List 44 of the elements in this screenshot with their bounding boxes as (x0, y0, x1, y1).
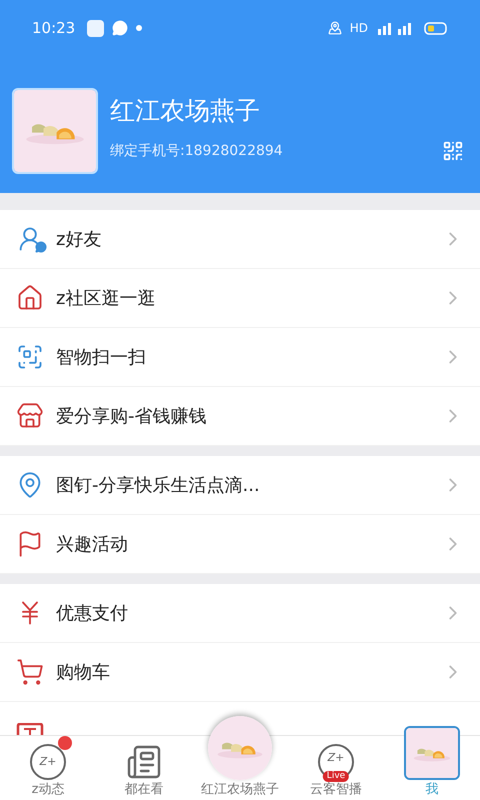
app-icon (87, 20, 104, 36)
menu-label: 优惠支付 (56, 602, 129, 626)
menu-row[interactable]: 图钉-分享快乐生活点滴... (0, 456, 480, 515)
icon-text: Z+ (40, 754, 56, 770)
menu-row[interactable]: 优惠支付 (0, 584, 480, 643)
tab[interactable]: Z+ Live 云客智播 (288, 736, 384, 800)
menu-row[interactable]: 智物扫一扫 (0, 328, 480, 387)
qr-code-icon[interactable] (442, 140, 464, 162)
menu-row[interactable]: z社区逛一逛 (0, 269, 480, 328)
tab[interactable]: Z+ z动态 (0, 736, 96, 800)
menu-label: z好友 (56, 228, 102, 252)
location-icon (328, 21, 342, 35)
menu-label: 兴趣活动 (56, 532, 129, 556)
network-label: HD (350, 20, 368, 37)
chat-icon (112, 20, 128, 36)
menu-label: 图钉-分享快乐生活点滴... (56, 474, 261, 498)
scan-icon (16, 343, 44, 371)
battery-icon (424, 22, 448, 34)
menu-row[interactable]: 购物车 (0, 643, 480, 702)
wallet-icon (16, 723, 44, 735)
menu-row[interactable] (0, 702, 480, 735)
newspaper-icon (126, 744, 162, 780)
cart-icon (16, 658, 44, 686)
menu-label: z社区逛一逛 (56, 286, 156, 310)
tab-label: z动态 (32, 782, 64, 798)
tab-label: 红江农场燕子 (201, 782, 279, 798)
tab[interactable]: 都在看 (96, 736, 192, 800)
menu-label: 智物扫一扫 (56, 346, 147, 370)
house-icon (16, 284, 44, 312)
menu-row[interactable]: 爱分享购-省钱赚钱 (0, 387, 480, 446)
tab-label: 都在看 (124, 782, 164, 798)
live-label: Live (322, 771, 350, 782)
store-icon (16, 402, 44, 430)
menu-row[interactable]: z好友 (0, 210, 480, 269)
menu-label: 爱分享购-省钱赚钱 (56, 404, 208, 428)
phone-number: 绑定手机号:18928022894 (110, 142, 284, 161)
icon-text: Z+ (328, 750, 344, 766)
menu-row[interactable]: 兴趣活动 (0, 515, 480, 574)
tab-label: 我 (426, 782, 438, 798)
tab-label: 云客智播 (310, 782, 362, 798)
profile-name: 红江农场燕子 (110, 94, 261, 126)
menu-label: 购物车 (56, 660, 111, 684)
status-time: 10:23 (32, 18, 76, 39)
tab[interactable]: 红江农场燕子 (192, 708, 288, 800)
